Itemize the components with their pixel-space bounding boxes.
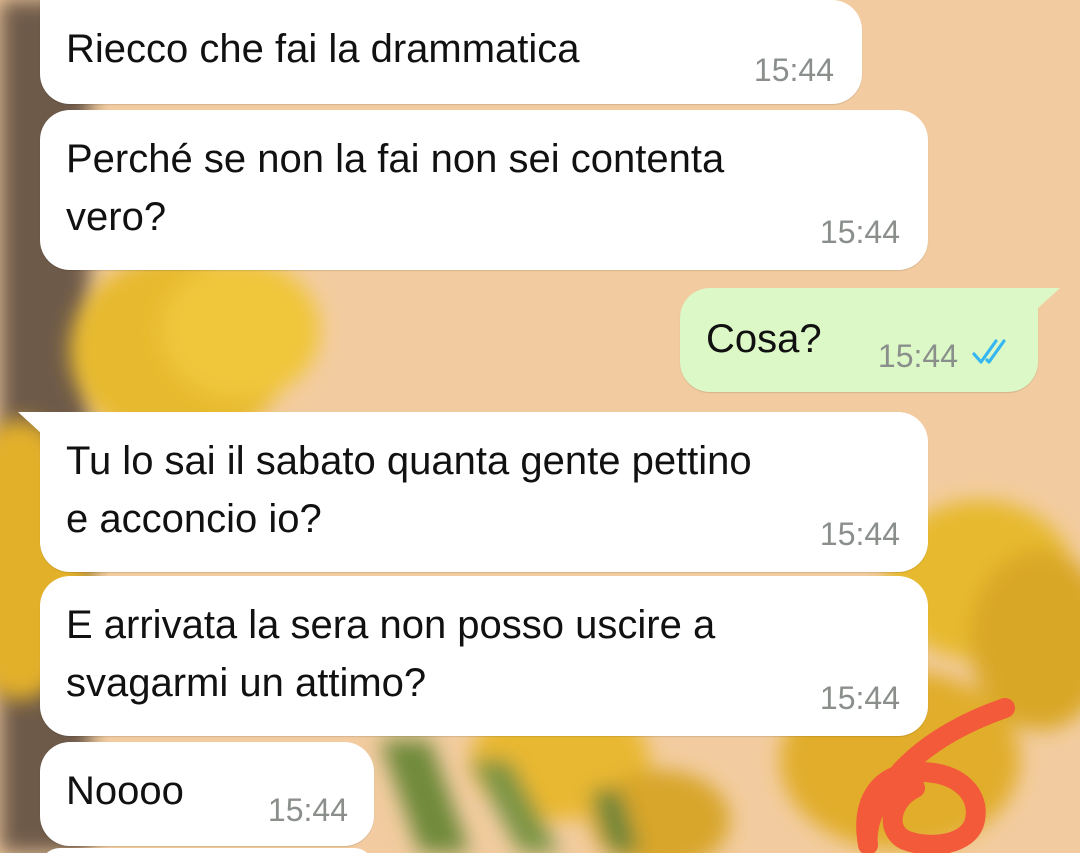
message-text: Tu lo sai il sabato quanta gente pettino… (66, 439, 752, 541)
message-timestamp: 15:44 (877, 338, 958, 374)
message-text: Perché se non la fai non sei contenta ve… (66, 137, 725, 239)
message-timestamp: 15:44 (753, 52, 834, 88)
message-timestamp: 15:44 (819, 516, 900, 552)
message-text: Noooo (66, 769, 184, 813)
message-text: E arrivata la sera non posso uscire a sv… (66, 603, 716, 705)
hand-drawn-annotation (856, 698, 1015, 853)
incoming-message[interactable]: Noooo 15:44 (40, 742, 374, 846)
message-timestamp: 15:44 (267, 792, 348, 828)
outgoing-message[interactable]: Cosa? 15:44 (680, 288, 1038, 392)
incoming-message[interactable]: E arrivata la sera non posso uscire a sv… (40, 576, 928, 736)
double-check-read-icon (972, 339, 1006, 364)
incoming-message-partial (40, 848, 374, 853)
outgoing-bubble-tail (1036, 288, 1060, 310)
message-timestamp: 15:44 (819, 214, 900, 250)
incoming-message[interactable]: Perché se non la fai non sei contenta ve… (40, 110, 928, 270)
incoming-message[interactable]: Riecco che fai la drammatica 15:44 (40, 0, 862, 104)
incoming-message[interactable]: Tu lo sai il sabato quanta gente pettino… (40, 412, 928, 572)
message-text: Cosa? (706, 317, 822, 361)
message-text: Riecco che fai la drammatica (66, 27, 580, 71)
incoming-bubble-tail (18, 412, 42, 434)
